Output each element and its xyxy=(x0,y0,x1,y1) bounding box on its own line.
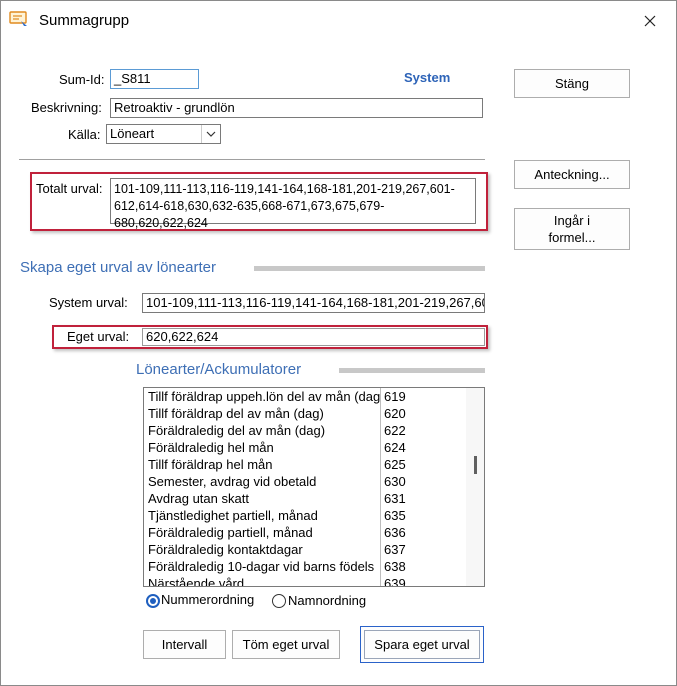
sum-id-field[interactable]: _S811 xyxy=(110,69,199,89)
item-code: 637 xyxy=(384,542,406,557)
stang-button[interactable]: Stäng xyxy=(514,69,630,98)
kalla-label: Källa: xyxy=(68,127,101,142)
intervall-label: Intervall xyxy=(161,637,208,652)
scrollbar-thumb[interactable] xyxy=(474,456,477,474)
list-item[interactable]: Tillf föräldrap uppeh.lön del av mån (da… xyxy=(144,388,466,405)
item-code: 631 xyxy=(384,491,406,506)
beskrivning-field[interactable]: Retroaktiv - grundlön xyxy=(110,98,483,118)
spara-eget-urval-button[interactable]: Spara eget urval xyxy=(360,626,484,663)
title-bar: Summagrupp xyxy=(1,1,676,39)
totalt-urval-field[interactable]: 101-109,111-113,116-119,141-164,168-181,… xyxy=(110,178,476,230)
ingar-label-line1: Ingår i xyxy=(553,213,591,228)
item-code: 622 xyxy=(384,423,406,438)
item-code: 625 xyxy=(384,457,406,472)
window-title: Summagrupp xyxy=(39,12,130,29)
nummerordning-label[interactable]: Nummerordning xyxy=(161,592,254,607)
system-urval-label: System urval: xyxy=(49,295,128,310)
item-name: Tjänstledighet partiell, månad xyxy=(148,508,318,523)
list-item[interactable]: Närstående vård 639 xyxy=(144,575,466,587)
tom-eget-urval-button[interactable]: Töm eget urval xyxy=(232,630,340,659)
list-item[interactable]: Föräldraledig kontaktdagar 637 xyxy=(144,541,466,558)
dialog-window: Summagrupp Sum-Id: _S811 System Beskrivn… xyxy=(0,0,677,686)
list-item[interactable]: Föräldraledig del av mån (dag) 622 xyxy=(144,422,466,439)
item-name: Tillf föräldrap uppeh.lön del av mån (da… xyxy=(148,389,380,404)
kalla-select[interactable]: Löneart xyxy=(106,124,221,144)
beskrivning-label: Beskrivning: xyxy=(31,100,102,115)
chevron-down-icon xyxy=(206,131,216,137)
item-name: Föräldraledig hel mån xyxy=(148,440,274,455)
item-name: Föräldraledig kontaktdagar xyxy=(148,542,303,557)
list-divider xyxy=(339,368,485,373)
item-code: 619 xyxy=(384,389,406,404)
list-item[interactable]: Föräldraledig hel mån 624 xyxy=(144,439,466,456)
list-item[interactable]: Semester, avdrag vid obetald 630 xyxy=(144,473,466,490)
nummerordning-radio[interactable] xyxy=(146,594,160,608)
dropdown-arrow[interactable] xyxy=(201,125,220,143)
eget-urval-field[interactable]: 620,622,624 xyxy=(142,328,485,346)
item-code: 635 xyxy=(384,508,406,523)
app-icon xyxy=(9,11,27,26)
section-heading: Skapa eget urval av lönearter xyxy=(20,259,216,276)
sum-id-label: Sum-Id: xyxy=(59,72,105,87)
item-name: Föräldraledig partiell, månad xyxy=(148,525,313,540)
system-badge: System xyxy=(404,70,451,85)
list-item[interactable]: Föräldraledig partiell, månad 636 xyxy=(144,524,466,541)
item-code: 624 xyxy=(384,440,406,455)
ingar-i-formel-button[interactable]: Ingår i formel... xyxy=(514,208,630,250)
item-code: 638 xyxy=(384,559,406,574)
item-code: 636 xyxy=(384,525,406,540)
item-name: Föräldraledig del av mån (dag) xyxy=(148,423,326,438)
item-code: 639 xyxy=(384,576,406,587)
list-item[interactable]: Föräldraledig 10-dagar vid barns födels 6… xyxy=(144,558,466,575)
close-button[interactable] xyxy=(633,7,667,35)
namnordning-radio[interactable] xyxy=(272,594,286,608)
loneart-list[interactable]: Tillf föräldrap uppeh.lön del av mån (da… xyxy=(143,387,485,587)
totalt-label: Totalt urval: xyxy=(36,181,103,196)
namnordning-label[interactable]: Namnordning xyxy=(288,593,366,608)
item-name: Närstående vård xyxy=(148,576,245,587)
item-name: Tillf föräldrap del av mån (dag) xyxy=(148,406,324,421)
list-item[interactable]: Tillf föräldrap hel mån 625 xyxy=(144,456,466,473)
list-item[interactable]: Tjänstledighet partiell, månad 635 xyxy=(144,507,466,524)
close-icon xyxy=(644,15,656,27)
anteckning-button[interactable]: Anteckning... xyxy=(514,160,630,189)
intervall-button[interactable]: Intervall xyxy=(143,630,226,659)
separator xyxy=(19,159,485,160)
ingar-label-line2: formel... xyxy=(548,230,596,245)
list-heading: Lönearter/Ackumulatorer xyxy=(136,361,302,378)
list-item[interactable]: Avdrag utan skatt 631 xyxy=(144,490,466,507)
item-name: Tillf föräldrap hel mån xyxy=(148,457,273,472)
list-scrollbar[interactable] xyxy=(466,388,484,586)
eget-urval-label: Eget urval: xyxy=(67,329,130,344)
item-name: Föräldraledig 10-dagar vid barns födels xyxy=(148,559,375,574)
anteckning-label: Anteckning... xyxy=(534,167,610,182)
item-code: 630 xyxy=(384,474,406,489)
list-item[interactable]: Tillf föräldrap del av mån (dag) 620 xyxy=(144,405,466,422)
item-code: 620 xyxy=(384,406,406,421)
section-divider xyxy=(254,266,485,271)
stang-label: Stäng xyxy=(555,76,589,91)
kalla-value: Löneart xyxy=(110,126,155,141)
item-name: Avdrag utan skatt xyxy=(148,491,249,506)
system-urval-field[interactable]: 101-109,111-113,116-119,141-164,168-181,… xyxy=(142,293,485,313)
item-name: Semester, avdrag vid obetald xyxy=(148,474,317,489)
focus-ring xyxy=(364,630,480,659)
tom-label: Töm eget urval xyxy=(242,637,330,652)
